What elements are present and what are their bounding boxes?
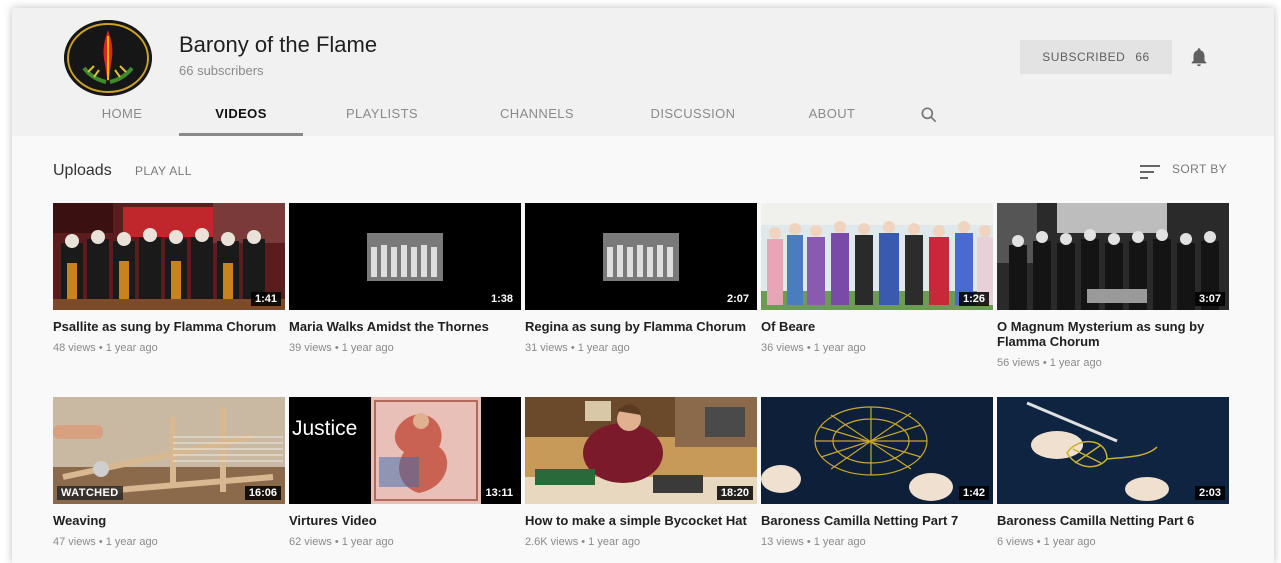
channel-header: Barony of the Flame 66 subscribers SUBSC… (12, 8, 1274, 136)
sort-by-button[interactable]: SORT BY (1172, 162, 1227, 176)
subscribed-label: SUBSCRIBED (1042, 50, 1126, 64)
tab-home[interactable]: HOME (72, 96, 172, 136)
video-card[interactable]: 3:07 O Magnum Mysterium as sung by Flamm… (997, 203, 1229, 369)
video-meta: 62 views • 1 year ago (289, 536, 394, 548)
tab-videos[interactable]: VIDEOS (179, 96, 303, 136)
video-card[interactable]: WATCHED 16:06 Weaving 47 views • 1 year … (53, 397, 285, 548)
video-title[interactable]: Maria Walks Amidst the Thornes (289, 319, 514, 334)
bell-icon[interactable] (1188, 46, 1210, 68)
tab-about[interactable]: ABOUT (784, 96, 880, 136)
video-duration: 2:07 (722, 292, 753, 306)
video-title[interactable]: Of Beare (761, 319, 986, 334)
video-meta: 47 views • 1 year ago (53, 536, 158, 548)
video-thumbnail[interactable]: 2:07 (525, 203, 757, 310)
channel-avatar[interactable] (64, 20, 152, 96)
tab-discussion[interactable]: DISCUSSION (628, 96, 758, 136)
watched-badge: WATCHED (57, 486, 123, 500)
video-meta: 39 views • 1 year ago (289, 342, 394, 354)
video-meta: 48 views • 1 year ago (53, 342, 158, 354)
subscribed-button[interactable]: SUBSCRIBED 66 (1020, 40, 1172, 74)
video-title[interactable]: Baroness Camilla Netting Part 7 (761, 513, 986, 528)
video-title[interactable]: Weaving (53, 513, 278, 528)
video-duration: 1:42 (958, 486, 989, 500)
video-title[interactable]: Regina as sung by Flamma Chorum (525, 319, 750, 334)
video-title[interactable]: Baroness Camilla Netting Part 6 (997, 513, 1222, 528)
video-meta: 13 views • 1 year ago (761, 536, 866, 548)
video-duration: 1:41 (250, 292, 281, 306)
video-meta: 2.6K views • 1 year ago (525, 536, 641, 548)
video-card[interactable]: 18:20 How to make a simple Bycocket Hat … (525, 397, 757, 548)
tab-channels[interactable]: CHANNELS (472, 96, 602, 136)
video-card[interactable]: 1:42 Baroness Camilla Netting Part 7 13 … (761, 397, 993, 548)
video-duration: 2:03 (1194, 486, 1225, 500)
video-title[interactable]: Psallite as sung by Flamma Chorum (53, 319, 278, 334)
channel-page: Barony of the Flame 66 subscribers SUBSC… (12, 8, 1274, 563)
video-meta: 31 views • 1 year ago (525, 342, 630, 354)
video-thumbnail[interactable]: 1:38 (289, 203, 521, 310)
video-thumbnail[interactable]: WATCHED 16:06 (53, 397, 285, 504)
video-title[interactable]: Virtures Video (289, 513, 514, 528)
video-duration: 3:07 (1194, 292, 1225, 306)
video-thumbnail[interactable]: Justice 13:11 (289, 397, 521, 504)
video-duration: 1:38 (486, 292, 517, 306)
channel-name: Barony of the Flame (179, 32, 378, 57)
video-thumbnail[interactable]: 2:03 (997, 397, 1229, 504)
video-meta: 6 views • 1 year ago (997, 536, 1096, 548)
video-meta: 56 views • 1 year ago (997, 357, 1102, 369)
video-card[interactable]: 1:41 Psallite as sung by Flamma Chorum 4… (53, 203, 285, 354)
subscribed-count: 66 (1135, 50, 1150, 64)
video-card[interactable]: 2:03 Baroness Camilla Netting Part 6 6 v… (997, 397, 1229, 548)
video-thumbnail[interactable]: 1:41 (53, 203, 285, 310)
search-icon[interactable] (919, 105, 939, 125)
sort-icon[interactable] (1140, 163, 1162, 181)
uploads-heading[interactable]: Uploads (53, 162, 112, 180)
video-duration: 18:20 (716, 486, 753, 500)
video-duration: 16:06 (244, 486, 281, 500)
thumbnail-overlay-text: Justice (292, 417, 358, 440)
video-card[interactable]: 2:07 Regina as sung by Flamma Chorum 31 … (525, 203, 757, 354)
video-duration: 13:11 (481, 486, 517, 500)
video-thumbnail[interactable]: 3:07 (997, 203, 1229, 310)
video-card[interactable]: 1:26 Of Beare 36 views • 1 year ago (761, 203, 993, 354)
video-title[interactable]: O Magnum Mysterium as sung by Flamma Cho… (997, 319, 1222, 349)
video-thumbnail[interactable]: 18:20 (525, 397, 757, 504)
video-title[interactable]: How to make a simple Bycocket Hat (525, 513, 750, 528)
video-card[interactable]: 1:38 Maria Walks Amidst the Thornes 39 v… (289, 203, 521, 354)
barony-crest-icon (64, 20, 152, 96)
video-thumbnail[interactable]: 1:26 (761, 203, 993, 310)
tab-playlists[interactable]: PLAYLISTS (327, 96, 437, 136)
video-meta: 36 views • 1 year ago (761, 342, 866, 354)
video-card[interactable]: Justice 13:11 Virtures Video 62 views • … (289, 397, 521, 548)
play-all-button[interactable]: PLAY ALL (135, 164, 192, 178)
video-thumbnail[interactable]: 1:42 (761, 397, 993, 504)
subscriber-count: 66 subscribers (179, 63, 264, 78)
video-duration: 1:26 (958, 292, 989, 306)
